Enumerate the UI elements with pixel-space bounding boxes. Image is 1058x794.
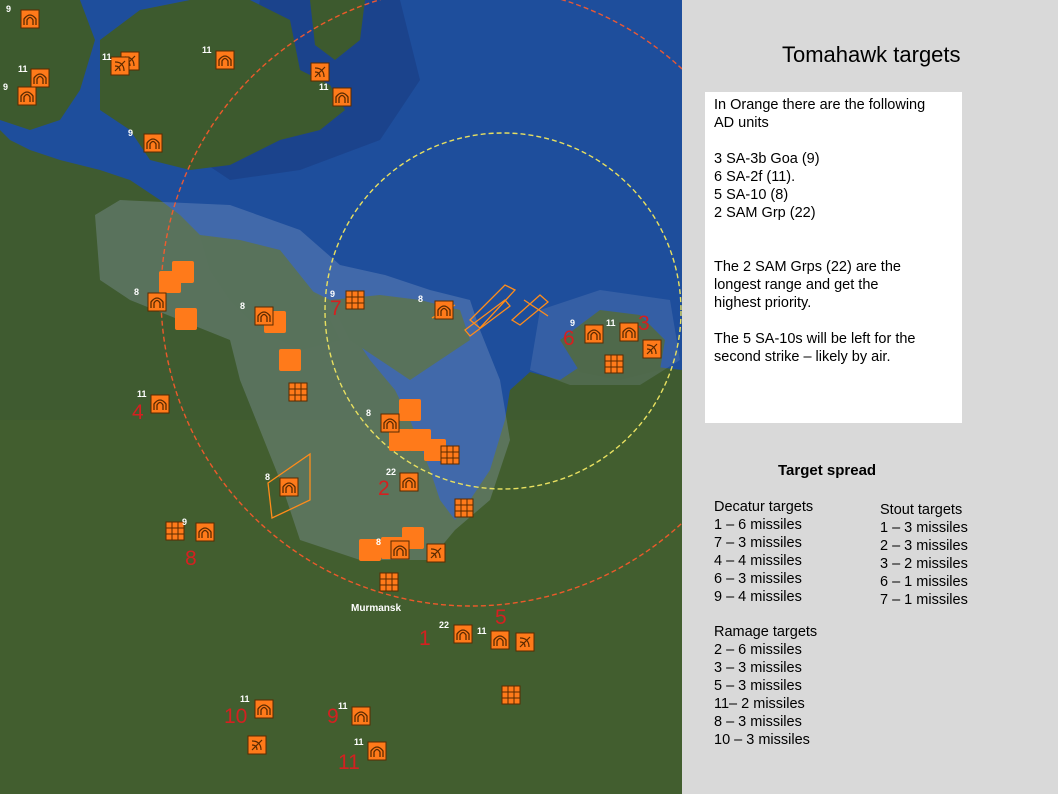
stout-targets: Stout targets 1 – 3 missiles 2 – 3 missi…	[880, 501, 968, 609]
decatur-heading: Decatur targets	[714, 499, 814, 515]
svg-text:8: 8	[376, 537, 381, 547]
map-view[interactable]: 9 11 9 11 11 9 11 8 8 9 8 9 11 11 8 22 8…	[0, 0, 682, 794]
svg-text:9: 9	[6, 4, 11, 14]
svg-text:8: 8	[240, 301, 245, 311]
list-item: 5 – 3 missiles	[714, 678, 802, 694]
svg-text:11: 11	[202, 45, 212, 55]
svg-text:8: 8	[265, 472, 270, 482]
list-item: 6 – 1 missiles	[880, 574, 968, 590]
target-label-11: 11	[338, 751, 360, 774]
city-label-murmansk: Murmansk	[351, 603, 401, 614]
target-label-9: 9	[327, 705, 339, 728]
list-item: 7 – 3 missiles	[714, 535, 802, 551]
list-item: 1 – 3 missiles	[880, 520, 968, 536]
svg-text:9: 9	[182, 517, 187, 527]
svg-text:11: 11	[18, 64, 28, 74]
svg-text:8: 8	[366, 408, 371, 418]
target-label-2: 2	[378, 477, 390, 500]
list-item: 2 – 3 missiles	[880, 538, 968, 554]
target-label-1: 1	[419, 627, 431, 650]
target-label-4: 4	[132, 401, 144, 424]
ad-units-note: In Orange there are the following AD uni…	[705, 92, 962, 423]
list-item: 7 – 1 missiles	[880, 592, 968, 608]
svg-text:9: 9	[3, 82, 8, 92]
ramage-heading: Ramage targets	[714, 624, 818, 640]
target-label-5: 5	[495, 606, 507, 629]
target-label-3: 3	[638, 312, 650, 335]
page-title: Tomahawk targets	[782, 42, 961, 67]
stout-heading: Stout targets	[880, 502, 963, 518]
list-item: 6 – 3 missiles	[714, 571, 802, 587]
list-item: 9 – 4 missiles	[714, 589, 802, 605]
decatur-targets: Decatur targets 1 – 6 missiles 7 – 3 mis…	[714, 498, 813, 606]
svg-text:11: 11	[477, 626, 487, 636]
svg-text:22: 22	[439, 620, 449, 630]
svg-text:22: 22	[386, 467, 396, 477]
svg-text:11: 11	[338, 701, 348, 711]
list-item: 11– 2 missiles	[714, 696, 805, 712]
svg-text:11: 11	[354, 737, 364, 747]
svg-text:9: 9	[128, 128, 133, 138]
svg-text:11: 11	[137, 389, 147, 399]
target-label-10: 10	[224, 705, 247, 728]
list-item: 3 – 2 missiles	[880, 556, 968, 572]
target-label-8: 8	[185, 547, 197, 570]
svg-text:8: 8	[418, 294, 423, 304]
list-item: 2 – 6 missiles	[714, 642, 802, 658]
target-spread-heading: Target spread	[778, 462, 877, 479]
list-item: 10 – 3 missiles	[714, 732, 810, 748]
target-label-7: 7	[330, 297, 342, 320]
ramage-targets: Ramage targets 2 – 6 missiles 3 – 3 miss…	[714, 623, 817, 749]
svg-text:11: 11	[102, 52, 112, 62]
list-item: 3 – 3 missiles	[714, 660, 802, 676]
list-item: 8 – 3 missiles	[714, 714, 802, 730]
svg-text:11: 11	[240, 694, 250, 704]
svg-text:8: 8	[134, 287, 139, 297]
svg-text:11: 11	[606, 318, 616, 328]
svg-text:11: 11	[319, 82, 329, 92]
list-item: 4 – 4 missiles	[714, 553, 802, 569]
list-item: 1 – 6 missiles	[714, 517, 802, 533]
target-label-6: 6	[563, 327, 575, 350]
